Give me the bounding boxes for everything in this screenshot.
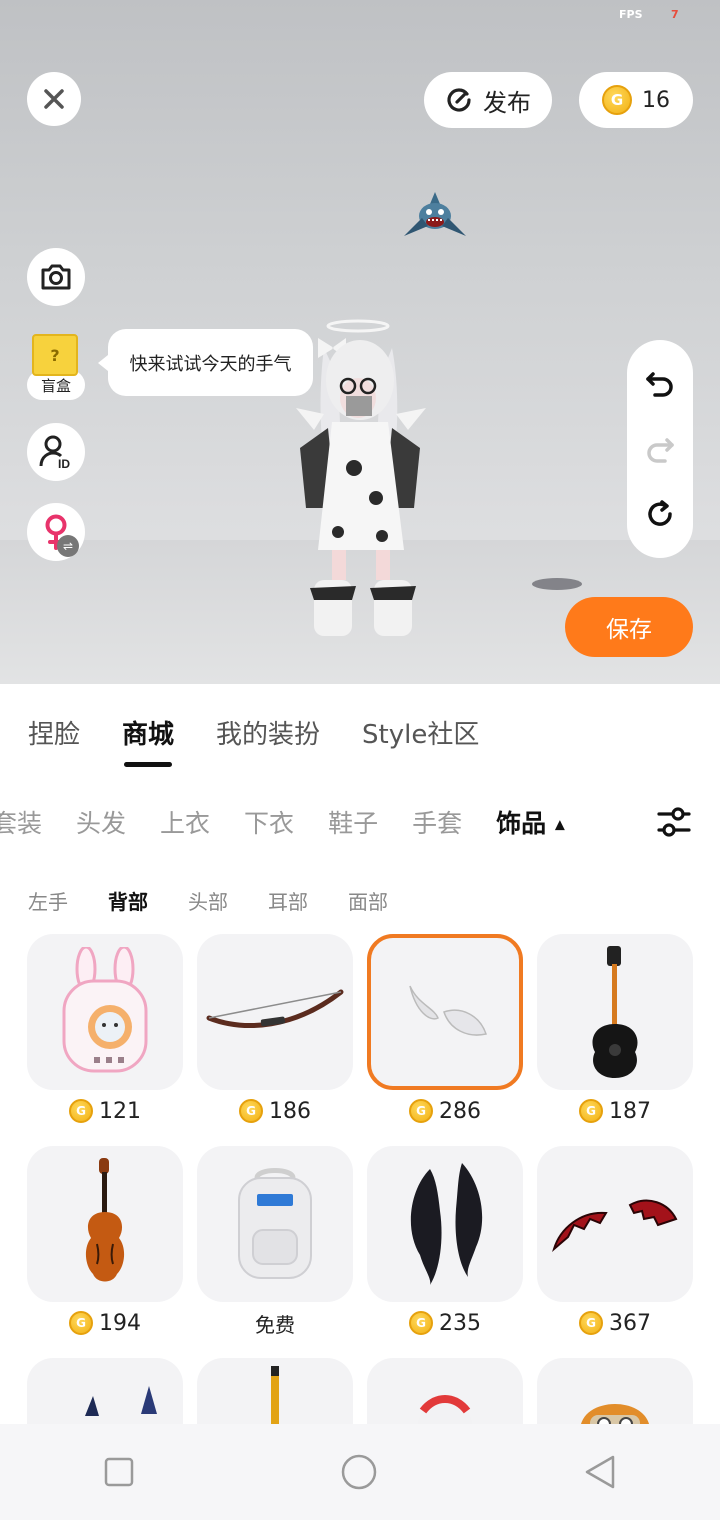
guitar-icon: [592, 946, 638, 1078]
item-card[interactable]: 免费: [197, 1146, 353, 1338]
white-backpack-icon: [238, 1168, 312, 1279]
category-gloves[interactable]: 手套: [412, 804, 462, 840]
swap-icon: ⇌: [57, 535, 79, 557]
category-bottoms[interactable]: 下衣: [244, 804, 294, 840]
coin-icon: G: [579, 1311, 603, 1335]
devil-wings-icon: [552, 1199, 678, 1252]
publish-icon: [447, 88, 471, 112]
item-thumbnail: [197, 934, 353, 1090]
system-navbar: [0, 1424, 720, 1520]
avatar-figure: [296, 319, 426, 636]
item-thumbnail: [367, 934, 523, 1090]
bunny-backpack-icon: [62, 947, 148, 1073]
coin-count: 16: [642, 87, 670, 113]
user-id-icon: ID: [39, 435, 70, 470]
category-shoes[interactable]: 鞋子: [328, 804, 378, 840]
dark-wings-icon: [85, 1386, 157, 1416]
item-card[interactable]: G 194: [27, 1146, 183, 1338]
category-accessories[interactable]: 饰品 ▲: [496, 804, 565, 840]
item-card[interactable]: G 121: [27, 934, 183, 1126]
history-panel: [627, 340, 693, 558]
coin-icon: G: [409, 1311, 433, 1335]
subcategory-tabs: 左手 背部 头部 耳部 面部: [28, 886, 428, 915]
item-card-selected[interactable]: G 286: [367, 934, 523, 1126]
category-tabs: 套装 头发 上衣 下衣 鞋子 手套 饰品 ▲: [0, 804, 599, 840]
publish-button[interactable]: 发布: [424, 72, 552, 128]
publish-label: 发布: [483, 88, 531, 117]
item-thumbnail: [537, 934, 693, 1090]
coin-icon: G: [69, 1311, 93, 1335]
category-suits[interactable]: 套装: [0, 804, 42, 840]
tab-style-community[interactable]: Style社区: [362, 714, 479, 751]
item-card[interactable]: G 187: [537, 934, 693, 1126]
profile-id-button[interactable]: ID: [27, 423, 85, 481]
subtab-head[interactable]: 头部: [188, 886, 228, 915]
item-card[interactable]: G 367: [537, 1146, 693, 1338]
white-wings-icon: [409, 985, 487, 1036]
reset-icon[interactable]: [645, 500, 675, 530]
redo-icon[interactable]: [645, 434, 675, 464]
bow-icon: [206, 989, 344, 1028]
item-price: 免费: [255, 1312, 295, 1337]
subtab-face[interactable]: 面部: [348, 886, 388, 915]
category-accessories-label: 饰品: [496, 809, 547, 838]
item-price: G 367: [537, 1308, 693, 1338]
item-price: G 187: [537, 1096, 693, 1126]
tab-shop[interactable]: 商城: [122, 714, 174, 767]
fps-label: FPS: [619, 8, 643, 21]
shark-pet-icon: [404, 192, 466, 236]
pet-shadow: [532, 578, 582, 590]
category-hair[interactable]: 头发: [76, 804, 126, 840]
blindbox-tooltip: 快来试试今天的手气: [98, 329, 313, 396]
save-label: 保存: [606, 617, 652, 643]
coin-icon: G: [239, 1099, 263, 1123]
subtab-back[interactable]: 背部: [108, 886, 148, 915]
close-icon: [44, 89, 64, 109]
blindbox-label: 盲盒: [40, 376, 71, 395]
item-card[interactable]: G 186: [197, 934, 353, 1126]
violin-icon: [85, 1158, 125, 1282]
save-button[interactable]: 保存: [565, 597, 693, 657]
filter-icon[interactable]: [656, 804, 692, 840]
subtab-left-hand[interactable]: 左手: [28, 886, 68, 915]
tooltip-text: 快来试试今天的手气: [129, 353, 292, 375]
coin-icon: G: [579, 1099, 603, 1123]
gender-switch-button[interactable]: ⇌: [27, 503, 85, 561]
tab-my-outfits[interactable]: 我的装扮: [216, 714, 320, 751]
close-button[interactable]: [27, 72, 81, 126]
back-icon[interactable]: [583, 1453, 617, 1491]
item-price: G 286: [367, 1096, 523, 1126]
item-thumbnail: [537, 1146, 693, 1302]
home-icon[interactable]: [340, 1453, 378, 1491]
coin-icon: G: [602, 85, 632, 115]
item-price: G 121: [27, 1096, 183, 1126]
blindbox-icon[interactable]: ?: [32, 334, 78, 376]
caret-up-icon: ▲: [554, 817, 565, 833]
item-price: G 235: [367, 1308, 523, 1338]
item-card[interactable]: G 235: [367, 1146, 523, 1338]
shop-panel: 捏脸 商城 我的装扮 Style社区 套装 头发 上衣 下衣 鞋子 手套 饰品 …: [0, 684, 720, 1514]
coin-icon: G: [69, 1099, 93, 1123]
black-wings-icon: [410, 1163, 483, 1285]
item-thumbnail: [27, 934, 183, 1090]
subtab-ear[interactable]: 耳部: [268, 886, 308, 915]
camera-icon: [41, 264, 71, 290]
undo-icon[interactable]: [645, 368, 675, 398]
recent-apps-icon[interactable]: [103, 1456, 135, 1488]
main-tabs: 捏脸 商城 我的装扮 Style社区: [28, 714, 521, 767]
tab-face[interactable]: 捏脸: [28, 714, 80, 751]
category-tops[interactable]: 上衣: [160, 804, 210, 840]
coin-icon: G: [409, 1099, 433, 1123]
item-thumbnail: [367, 1146, 523, 1302]
item-thumbnail: [197, 1146, 353, 1302]
avatar-scene[interactable]: FPS 7 发布 G 16 盲盒 ? 快来试试今天的手气 ID ⇌ 保存: [0, 0, 720, 684]
fps-value: 7: [671, 8, 679, 21]
camera-button[interactable]: [27, 248, 85, 306]
svg-text:ID: ID: [58, 457, 70, 470]
item-thumbnail: [27, 1146, 183, 1302]
coin-balance[interactable]: G 16: [579, 72, 693, 128]
item-price: G 186: [197, 1096, 353, 1126]
item-price: G 194: [27, 1308, 183, 1338]
